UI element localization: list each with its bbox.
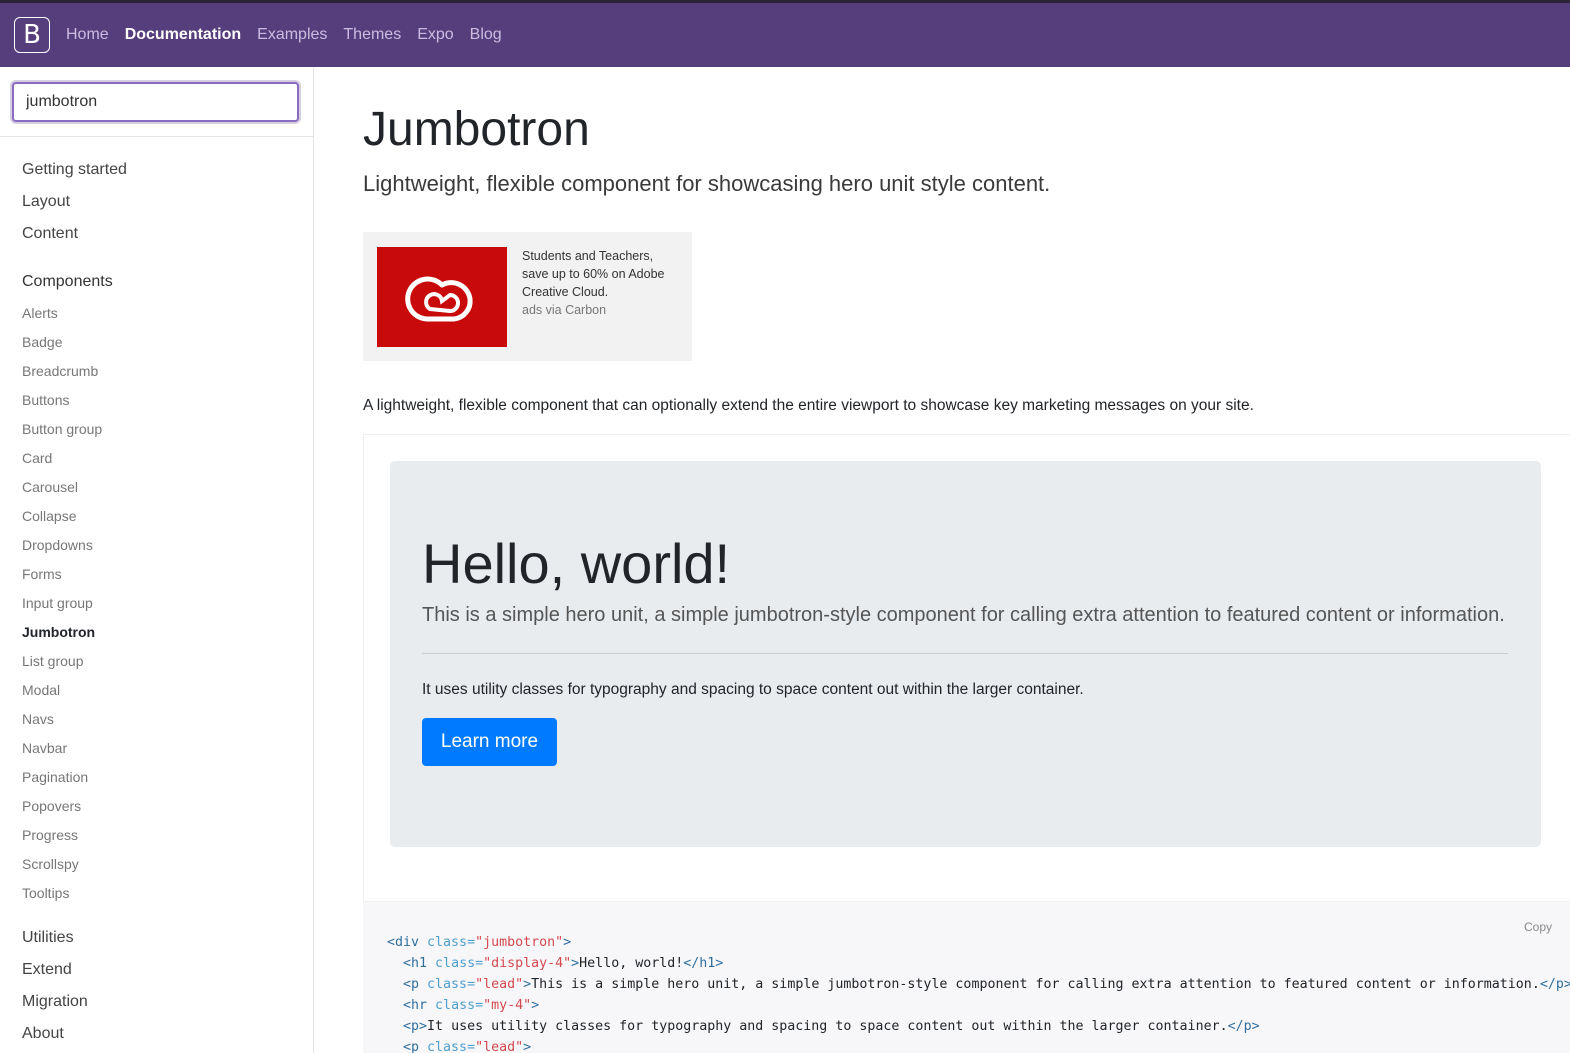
sidebar-item-utilities[interactable]: Utilities [22, 929, 74, 947]
code-tag: <p [403, 977, 420, 992]
code-block: <div class="jumbotron"> <h1 class="displ… [387, 932, 1570, 1053]
code-tag: > [523, 1040, 532, 1053]
code-tag: <div [387, 935, 420, 950]
sidebar-sub-navs[interactable]: Navs [22, 711, 54, 727]
code-attr: class= [427, 956, 484, 971]
sidebar-sub-list-group[interactable]: List group [22, 653, 83, 669]
sidebar-sub-card[interactable]: Card [22, 450, 52, 466]
code-attr: class= [419, 977, 476, 992]
learn-more-button[interactable]: Learn more [422, 718, 557, 766]
sidebar-sub-navbar[interactable]: Navbar [22, 740, 67, 756]
code-tag: > [563, 935, 572, 950]
sidebar-sub-dropdowns[interactable]: Dropdowns [22, 537, 93, 553]
sidebar-sub-buttons[interactable]: Buttons [22, 392, 69, 408]
sidebar-sub-scrollspy[interactable]: Scrollspy [22, 856, 79, 872]
jumbotron-divider [422, 653, 1508, 654]
sidebar-sub-collapse[interactable]: Collapse [22, 508, 76, 524]
sidebar-item-layout[interactable]: Layout [22, 193, 70, 211]
code-string: "lead" [475, 977, 524, 992]
code-string: "lead" [475, 1040, 524, 1053]
bootstrap-logo[interactable]: B [14, 17, 50, 53]
sidebar-sub-jumbotron[interactable]: Jumbotron [22, 624, 95, 640]
code-attr: class= [419, 1040, 476, 1053]
sidebar-sub-modal[interactable]: Modal [22, 682, 60, 698]
nav-link-home[interactable]: Home [58, 26, 117, 44]
code-tag: </h1> [683, 956, 724, 971]
carbon-ad[interactable]: Students and Teachers, save up to 60% on… [363, 232, 692, 361]
jumbotron-lead: This is a simple hero unit, a simple jum… [422, 604, 1505, 626]
sidebar-item-extend[interactable]: Extend [22, 961, 72, 979]
sidebar-item-components[interactable]: Components [22, 273, 113, 291]
intro-paragraph: A lightweight, flexible component that c… [363, 397, 1254, 414]
sidebar-sub-breadcrumb[interactable]: Breadcrumb [22, 363, 98, 379]
code-string: "jumbotron" [475, 935, 564, 950]
sidebar-sub-alerts[interactable]: Alerts [22, 305, 58, 321]
code-snippet: Copy <div class="jumbotron"> <h1 class="… [363, 902, 1570, 1053]
jumbotron-example: Hello, world! This is a simple hero unit… [390, 461, 1541, 847]
sidebar-item-migration[interactable]: Migration [22, 993, 88, 1011]
code-tag: <hr [403, 998, 428, 1013]
sidebar-sub-tooltips[interactable]: Tooltips [22, 885, 69, 901]
ad-copy[interactable]: Students and Teachers, save up to 60% on… [522, 249, 664, 299]
sidebar-sub-popovers[interactable]: Popovers [22, 798, 81, 814]
code-string: "display-4" [483, 956, 572, 971]
code-tag: <p [403, 1040, 420, 1053]
example-preview: Hello, world! This is a simple hero unit… [363, 434, 1570, 902]
nav-link-themes[interactable]: Themes [335, 26, 409, 44]
sidebar-sub-input-group[interactable]: Input group [22, 595, 93, 611]
ad-text[interactable]: Students and Teachers, save up to 60% on… [522, 247, 682, 319]
page-lead: Lightweight, flexible component for show… [363, 171, 1051, 196]
top-navbar: B Home Documentation Examples Themes Exp… [0, 0, 1570, 67]
sidebar-sub-button-group[interactable]: Button group [22, 421, 102, 437]
code-tag: <h1 [403, 956, 428, 971]
code-tag: > [571, 956, 580, 971]
sidebar-item-getting-started[interactable]: Getting started [22, 161, 127, 179]
code-text: It uses utility classes for typography a… [427, 1019, 1228, 1034]
nav-link-documentation[interactable]: Documentation [117, 26, 249, 44]
sidebar-sub-forms[interactable]: Forms [22, 566, 62, 582]
sidebar-item-content[interactable]: Content [22, 225, 78, 243]
jumbotron-heading: Hello, world! [422, 532, 731, 595]
sidebar: Getting started Layout Content Component… [0, 67, 314, 1053]
ad-via-link[interactable]: ads via Carbon [522, 301, 682, 319]
code-tag: </p> [1539, 977, 1570, 992]
code-text: Hello, world! [579, 956, 684, 971]
nav-link-expo[interactable]: Expo [409, 26, 461, 44]
search-wrap [0, 67, 313, 137]
code-attr: class= [419, 935, 476, 950]
code-tag: > [523, 977, 532, 992]
code-tag: </p> [1227, 1019, 1260, 1034]
page-title: Jumbotron [363, 103, 590, 156]
jumbotron-text: It uses utility classes for typography a… [422, 681, 1084, 698]
nav-links: Home Documentation Examples Themes Expo … [58, 26, 510, 44]
nav-link-blog[interactable]: Blog [462, 26, 510, 44]
code-tag: <p> [403, 1019, 428, 1034]
sidebar-sub-badge[interactable]: Badge [22, 334, 62, 350]
code-text: This is a simple hero unit, a simple jum… [531, 977, 1540, 992]
creative-cloud-icon [405, 276, 473, 322]
sidebar-sub-pagination[interactable]: Pagination [22, 769, 88, 785]
sidebar-sub-carousel[interactable]: Carousel [22, 479, 78, 495]
nav-link-examples[interactable]: Examples [249, 26, 335, 44]
sidebar-item-about[interactable]: About [22, 1025, 64, 1043]
sidebar-sub-progress[interactable]: Progress [22, 827, 78, 843]
adobe-creative-cloud-logo[interactable] [377, 247, 507, 347]
search-input[interactable] [12, 82, 299, 122]
code-tag: > [531, 998, 540, 1013]
code-attr: class= [427, 998, 484, 1013]
main-content: Jumbotron Lightweight, flexible componen… [363, 67, 1570, 1053]
code-string: "my-4" [483, 998, 532, 1013]
